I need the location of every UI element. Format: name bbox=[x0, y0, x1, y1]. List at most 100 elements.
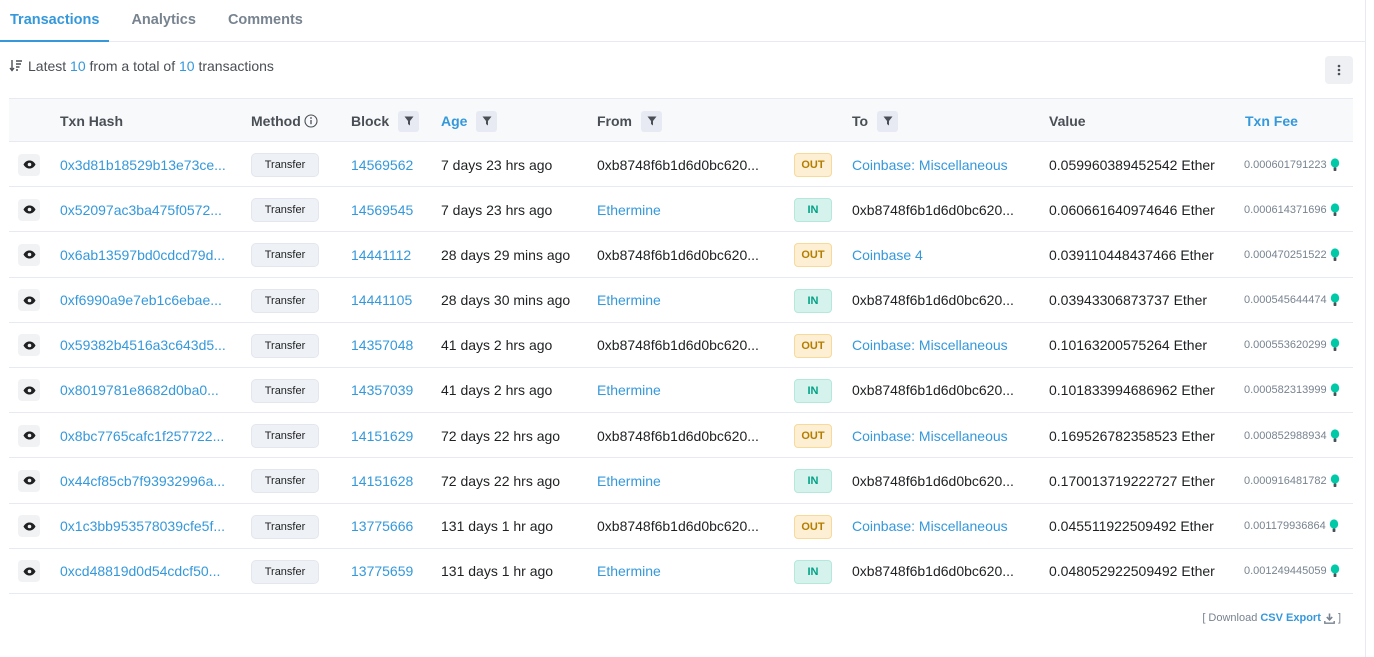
txn-fee-text: 0.000852988934 bbox=[1244, 429, 1327, 442]
more-options-button[interactable] bbox=[1325, 56, 1353, 84]
txn-hash-link[interactable]: 0x3d81b18529b13e73ce... bbox=[60, 142, 226, 187]
direction-badge: OUT bbox=[794, 333, 832, 358]
direction-badge: IN bbox=[794, 559, 832, 584]
from-address-link[interactable]: Ethermine bbox=[597, 549, 661, 594]
block-link[interactable]: 14441112 bbox=[351, 232, 411, 277]
filter-icon bbox=[482, 116, 492, 126]
download-icon bbox=[1323, 613, 1335, 624]
to-filter-button[interactable] bbox=[877, 110, 899, 132]
vertical-ellipsis-icon bbox=[1337, 64, 1341, 76]
filter-icon bbox=[404, 116, 414, 126]
view-details-button[interactable] bbox=[18, 289, 40, 312]
eye-icon bbox=[23, 205, 35, 214]
block-link[interactable]: 13775666 bbox=[351, 504, 413, 549]
gas-icon[interactable] bbox=[1330, 474, 1340, 488]
method-badge: Transfer bbox=[251, 198, 319, 223]
block-link[interactable]: 14569545 bbox=[351, 187, 413, 232]
gas-icon[interactable] bbox=[1330, 564, 1340, 578]
txn-fee-cell: 0.000916481782 bbox=[1244, 458, 1340, 503]
txn-fee-text: 0.000601791223 bbox=[1244, 158, 1327, 171]
block-link[interactable]: 14357048 bbox=[351, 323, 413, 368]
gas-icon[interactable] bbox=[1330, 203, 1340, 217]
eye-icon bbox=[23, 160, 35, 169]
from-filter-button[interactable] bbox=[641, 110, 662, 132]
gas-icon[interactable] bbox=[1330, 293, 1340, 307]
view-details-button[interactable] bbox=[18, 515, 40, 537]
to-address-link[interactable]: Coinbase 4 bbox=[852, 232, 923, 277]
eye-icon bbox=[23, 250, 35, 259]
block-link[interactable]: 13775659 bbox=[351, 549, 413, 594]
table-row: 0x1c3bb953578039cfe5f... Transfer 13775666… bbox=[9, 504, 1353, 549]
to-address-link[interactable]: Coinbase: Miscellaneous bbox=[852, 413, 1008, 458]
age-text: 7 days 23 hrs ago bbox=[441, 156, 553, 173]
eye-icon bbox=[23, 296, 35, 305]
value-text: 0.060661640974646 Ether bbox=[1049, 201, 1215, 218]
view-details-button[interactable] bbox=[18, 198, 40, 221]
gas-icon[interactable] bbox=[1330, 383, 1340, 397]
view-details-button[interactable] bbox=[18, 379, 40, 402]
tab-analytics[interactable]: Analytics bbox=[121, 0, 205, 41]
block-link[interactable]: 14441105 bbox=[351, 278, 412, 323]
info-icon[interactable] bbox=[304, 114, 318, 128]
txn-hash-link[interactable]: 0x59382b4516a3c643d5... bbox=[60, 323, 226, 368]
view-details-button[interactable] bbox=[18, 334, 40, 357]
view-details-button[interactable] bbox=[18, 469, 40, 492]
to-address-link[interactable]: Coinbase: Miscellaneous bbox=[852, 504, 1008, 549]
col-header-txn-fee[interactable]: Txn Fee bbox=[1245, 99, 1298, 143]
col-header-age[interactable]: Age bbox=[441, 99, 498, 143]
txn-hash-link[interactable]: 0x52097ac3ba475f0572... bbox=[60, 187, 222, 232]
txn-hash-link[interactable]: 0xf6990a9e7eb1c6ebae... bbox=[60, 278, 222, 323]
table-row: 0x8019781e8682d0ba0... Transfer 14357039 41… bbox=[9, 368, 1353, 414]
txn-fee-cell: 0.000582313999 bbox=[1244, 368, 1340, 413]
view-details-button[interactable] bbox=[18, 424, 40, 447]
block-link[interactable]: 14569562 bbox=[351, 142, 413, 187]
block-link[interactable]: 14151629 bbox=[351, 413, 413, 458]
method-badge: Transfer bbox=[251, 378, 319, 403]
tab-comments[interactable]: Comments bbox=[218, 0, 313, 41]
gas-icon[interactable] bbox=[1330, 248, 1340, 262]
method-badge: Transfer bbox=[251, 333, 319, 358]
transactions-card: Transactions Analytics Comments Latest 1… bbox=[0, 0, 1366, 657]
gas-icon[interactable] bbox=[1330, 338, 1340, 352]
from-address-link[interactable]: Ethermine bbox=[597, 368, 661, 413]
view-details-button[interactable] bbox=[18, 560, 40, 583]
txn-fee-cell: 0.000553620299 bbox=[1244, 323, 1340, 368]
txn-hash-link[interactable]: 0x8019781e8682d0ba0... bbox=[60, 368, 219, 413]
txn-hash-link[interactable]: 0xcd48819d0d54cdcf50... bbox=[60, 549, 220, 594]
age-text: 131 days 1 hr ago bbox=[441, 518, 554, 534]
to-address-text: 0xb8748f6b1d6d0bc620... bbox=[852, 382, 1014, 399]
block-filter-button[interactable] bbox=[398, 110, 420, 132]
from-address-link[interactable]: Ethermine bbox=[597, 278, 661, 323]
value-text: 0.169526782358523 Ether bbox=[1049, 427, 1215, 444]
value-text: 0.048052922509492 Ether bbox=[1049, 563, 1215, 580]
to-address-link[interactable]: Coinbase: Miscellaneous bbox=[852, 323, 1008, 368]
table-row: 0x52097ac3ba475f0572... Transfer 14569545 7… bbox=[9, 187, 1353, 233]
table-header: Txn Hash Method Block Age From To Value … bbox=[9, 98, 1353, 142]
direction-badge: OUT bbox=[794, 243, 832, 268]
txn-hash-link[interactable]: 0x8bc7765cafc1f257722... bbox=[60, 413, 224, 458]
download-label: [ Download bbox=[1202, 612, 1258, 624]
csv-export-link[interactable]: CSV Export bbox=[1260, 612, 1335, 624]
txn-hash-link[interactable]: 0x44cf85cb7f93932996a... bbox=[60, 458, 225, 503]
to-address-link[interactable]: Coinbase: Miscellaneous bbox=[852, 142, 1008, 187]
from-address-link[interactable]: Ethermine bbox=[597, 458, 661, 503]
txn-fee-text: 0.000545644474 bbox=[1244, 294, 1327, 307]
col-header-to: To bbox=[852, 99, 899, 143]
txn-hash-link[interactable]: 0x1c3bb953578039cfe5f... bbox=[60, 504, 225, 549]
gas-icon[interactable] bbox=[1330, 429, 1340, 443]
txn-fee-cell: 0.000545644474 bbox=[1244, 278, 1340, 323]
block-link[interactable]: 14151628 bbox=[351, 458, 413, 503]
table-row: 0xcd48819d0d54cdcf50... Transfer 13775659 1… bbox=[9, 549, 1353, 594]
tab-transactions[interactable]: Transactions bbox=[0, 0, 110, 42]
method-badge: Transfer bbox=[251, 243, 319, 268]
block-link[interactable]: 14357039 bbox=[351, 368, 413, 413]
table-row: 0xf6990a9e7eb1c6ebae... Transfer 14441105 2… bbox=[9, 278, 1353, 323]
gas-icon[interactable] bbox=[1330, 157, 1340, 172]
view-details-button[interactable] bbox=[18, 153, 40, 176]
direction-badge: OUT bbox=[794, 153, 832, 177]
gas-icon[interactable] bbox=[1329, 519, 1339, 533]
txn-hash-link[interactable]: 0x6ab13597bd0cdcd79d... bbox=[60, 232, 225, 277]
age-filter-button[interactable] bbox=[476, 110, 498, 132]
from-address-link[interactable]: Ethermine bbox=[597, 187, 661, 232]
view-details-button[interactable] bbox=[18, 243, 40, 266]
